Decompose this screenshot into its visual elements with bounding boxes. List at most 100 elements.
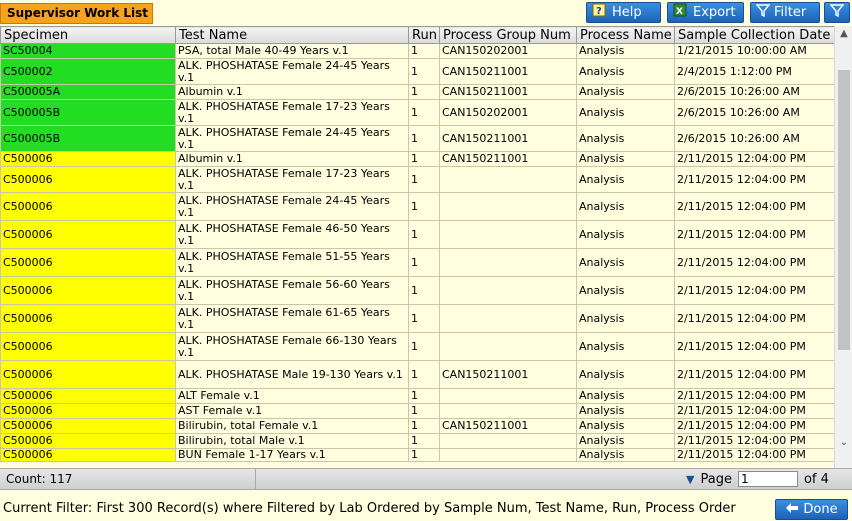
scrollbar-thumb[interactable] <box>838 70 850 350</box>
help-icon: ? <box>592 2 608 24</box>
collection-date-cell: 2/11/2015 12:04:00 PM <box>674 388 834 404</box>
help-label: Help <box>612 5 642 20</box>
specimen-cell: SC50004 <box>0 43 176 59</box>
process-name-cell: Analysis <box>576 58 675 85</box>
table-row[interactable]: C500006 ALK. PHOSHATASE Female 17-23 Year… <box>0 166 834 193</box>
specimen-cell: C500006 <box>0 332 176 361</box>
run-cell: 1 <box>408 43 440 59</box>
test-name-cell: ALK. PHOSHATASE Female 61-65 Years v.1 <box>175 304 409 333</box>
work-list-grid: Specimen Test Name Run Process Group Num… <box>0 26 834 468</box>
column-header-test-name[interactable]: Test Name <box>175 26 409 44</box>
table-row[interactable]: C500006 Bilirubin, total Male v.1 1 Analysi… <box>0 433 834 449</box>
process-name-cell: Analysis <box>576 166 675 193</box>
test-name-cell: ALK. PHOSHATASE Female 56-60 Years v.1 <box>175 276 409 305</box>
table-row[interactable]: C500005A Albumin v.1 1 CAN150211001 Analysis… <box>0 84 834 100</box>
specimen-cell: C500006 <box>0 360 176 389</box>
table-row[interactable]: C500006 ALT Female v.1 1 Analysis 2/11/2015 … <box>0 388 834 404</box>
specimen-cell: C500006 <box>0 418 176 434</box>
page-dropdown-icon[interactable]: ▼ <box>686 473 694 486</box>
collection-date-cell: 2/11/2015 12:04:00 PM <box>674 418 834 434</box>
column-header-sample-collection-date[interactable]: Sample Collection Date <box>674 26 834 44</box>
process-group-cell <box>439 448 577 462</box>
test-name-cell: Bilirubin, total Female v.1 <box>175 418 409 434</box>
collection-date-cell: 2/11/2015 12:04:00 PM <box>674 166 834 193</box>
column-header-run[interactable]: Run <box>408 26 440 44</box>
collection-date-cell: 2/6/2015 10:26:00 AM <box>674 99 834 126</box>
table-row[interactable]: C500006 Bilirubin, total Female v.1 1 CAN15… <box>0 418 834 434</box>
export-label: Export <box>693 5 736 20</box>
column-header-process-name[interactable]: Process Name <box>576 26 675 44</box>
specimen-cell: C500006 <box>0 448 176 462</box>
run-cell: 1 <box>408 388 440 404</box>
export-button[interactable]: X Export <box>667 2 744 23</box>
page-input[interactable] <box>737 471 798 487</box>
collection-date-cell: 2/11/2015 12:04:00 PM <box>674 276 834 305</box>
scroll-up-icon[interactable]: ▲ <box>839 29 849 39</box>
work-list-table: Specimen Test Name Run Process Group Num… <box>0 26 834 462</box>
process-name-cell: Analysis <box>576 125 675 152</box>
table-row[interactable]: C500006 Albumin v.1 1 CAN150211001 Analysis 2… <box>0 151 834 167</box>
test-name-cell: ALK. PHOSHATASE Female 17-23 Years v.1 <box>175 99 409 126</box>
table-row[interactable]: C500006 BUN Female 1-17 Years v.1 1 Analysi… <box>0 448 834 462</box>
test-name-cell: ALK. PHOSHATASE Female 66-130 Years v.1 <box>175 332 409 361</box>
specimen-cell: C500006 <box>0 403 176 419</box>
column-header-process-group-num[interactable]: Process Group Num <box>439 26 577 44</box>
process-group-cell <box>439 220 577 249</box>
table-row[interactable]: C500005B ALK. PHOSHATASE Female 17-23 Yea… <box>0 99 834 126</box>
process-group-cell: CAN150211001 <box>439 125 577 152</box>
process-group-cell <box>439 304 577 333</box>
pager: ▼ Page of 4 <box>686 469 829 489</box>
table-row[interactable]: C500006 ALK. PHOSHATASE Female 66-130 Yea… <box>0 332 834 361</box>
table-row[interactable]: SC50004 PSA, total Male 40-49 Years v.1 1 C… <box>0 43 834 59</box>
filter-button[interactable]: Filter <box>750 2 820 23</box>
specimen-cell: C500006 <box>0 220 176 249</box>
done-button[interactable]: Done <box>775 499 848 520</box>
process-group-cell <box>439 248 577 277</box>
table-row[interactable]: C500006 ALK. PHOSHATASE Female 56-60 Year… <box>0 276 834 305</box>
help-button[interactable]: ? Help <box>586 2 661 23</box>
test-name-cell: Bilirubin, total Male v.1 <box>175 433 409 449</box>
process-name-cell: Analysis <box>576 388 675 404</box>
test-name-cell: Albumin v.1 <box>175 84 409 100</box>
table-row[interactable]: C500006 ALK. PHOSHATASE Female 24-45 Year… <box>0 192 834 221</box>
run-cell: 1 <box>408 220 440 249</box>
process-name-cell: Analysis <box>576 84 675 100</box>
current-filter-status: Current Filter: First 300 Record(s) wher… <box>3 501 736 516</box>
funnel-icon <box>829 3 845 23</box>
test-name-cell: ALK. PHOSHATASE Male 19-130 Years v.1 <box>175 360 409 389</box>
process-name-cell: Analysis <box>576 360 675 389</box>
test-name-cell: ALK. PHOSHATASE Female 51-55 Years v.1 <box>175 248 409 277</box>
record-count: Count: 117 <box>0 469 256 489</box>
process-name-cell: Analysis <box>576 99 675 126</box>
scroll-down-icon[interactable]: ⌄ <box>839 438 849 448</box>
collection-date-cell: 2/6/2015 10:26:00 AM <box>674 84 834 100</box>
run-cell: 1 <box>408 84 440 100</box>
collection-date-cell: 2/11/2015 12:04:00 PM <box>674 448 834 462</box>
process-group-cell <box>439 433 577 449</box>
filter-toggle-button[interactable] <box>824 2 850 23</box>
run-cell: 1 <box>408 304 440 333</box>
collection-date-cell: 2/11/2015 12:04:00 PM <box>674 433 834 449</box>
process-group-cell <box>439 388 577 404</box>
table-row[interactable]: C500005B ALK. PHOSHATASE Female 24-45 Yea… <box>0 125 834 152</box>
test-name-cell: ALK. PHOSHATASE Female 24-45 Years v.1 <box>175 192 409 221</box>
process-group-cell: CAN150211001 <box>439 58 577 85</box>
table-row[interactable]: C500006 ALK. PHOSHATASE Male 19-130 Years… <box>0 360 834 389</box>
process-name-cell: Analysis <box>576 403 675 419</box>
process-name-cell: Analysis <box>576 433 675 449</box>
specimen-cell: C500005B <box>0 125 176 152</box>
table-row[interactable]: C500002 ALK. PHOSHATASE Female 24-45 Year… <box>0 58 834 85</box>
specimen-cell: C500006 <box>0 166 176 193</box>
test-name-cell: ALK. PHOSHATASE Female 24-45 Years v.1 <box>175 58 409 85</box>
table-row[interactable]: C500006 ALK. PHOSHATASE Female 46-50 Year… <box>0 220 834 249</box>
vertical-scrollbar[interactable]: ▲ ⌄ <box>834 26 852 468</box>
table-row[interactable]: C500006 ALK. PHOSHATASE Female 61-65 Year… <box>0 304 834 333</box>
process-name-cell: Analysis <box>576 43 675 59</box>
column-header-specimen[interactable]: Specimen <box>0 26 176 44</box>
test-name-cell: ALK. PHOSHATASE Female 17-23 Years v.1 <box>175 166 409 193</box>
table-row[interactable]: C500006 ALK. PHOSHATASE Female 51-55 Year… <box>0 248 834 277</box>
table-row[interactable]: C500006 AST Female v.1 1 Analysis 2/11/2015 … <box>0 403 834 419</box>
specimen-cell: C500006 <box>0 192 176 221</box>
process-group-cell <box>439 276 577 305</box>
run-cell: 1 <box>408 192 440 221</box>
